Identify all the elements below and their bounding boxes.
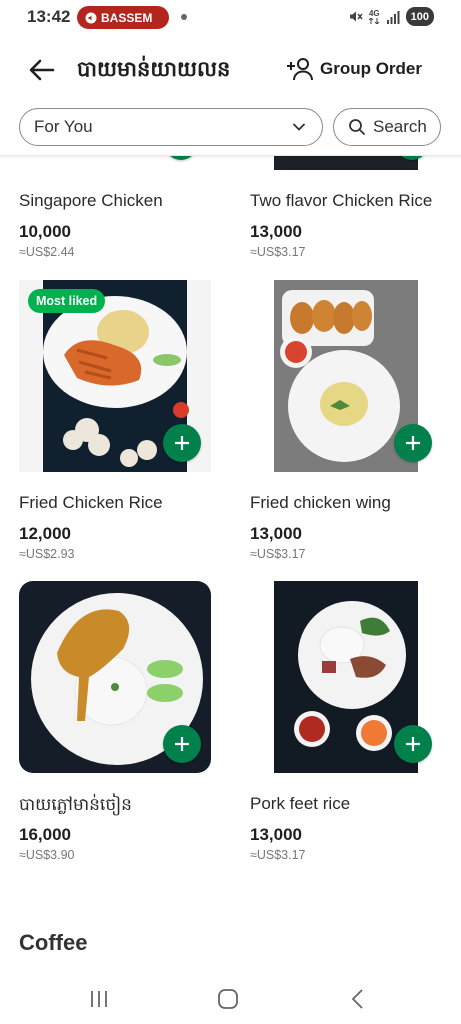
add-item-button[interactable] (394, 725, 432, 763)
item-name: បាយភ្លៅមាន់ចៀន (19, 795, 132, 815)
add-item-button[interactable] (163, 424, 201, 462)
network-indicator: 4G (368, 8, 380, 24)
group-order-label: Group Order (319, 59, 422, 78)
recent-apps-icon (91, 991, 107, 1007)
muted-icon (349, 11, 363, 22)
battery-level: 100 (405, 7, 434, 26)
item-usd-price: ≈US$3.17 (250, 245, 306, 259)
item-usd-price: ≈US$2.44 (19, 245, 75, 259)
menu-item-card[interactable]: Singapore Chicken 10,000 ≈US$2.44 (19, 156, 211, 259)
recent-apps-button[interactable] (79, 984, 119, 1014)
home-button[interactable] (208, 984, 248, 1014)
back-button[interactable] (26, 54, 58, 86)
item-name: Fried chicken wing (250, 493, 391, 512)
group-order-button[interactable]: Group Order (286, 56, 422, 82)
restaurant-menu-screen: 13:42 BASSEM 4G 100 បាយមាន់យាយលន Group O… (0, 0, 461, 1024)
add-item-button[interactable] (165, 156, 197, 160)
item-usd-price: ≈US$3.17 (250, 848, 306, 862)
item-usd-price: ≈US$3.17 (250, 547, 306, 561)
home-icon (218, 989, 238, 1009)
call-label: BASSEM (101, 10, 153, 25)
item-price: 13,000 (250, 524, 302, 543)
header: បាយមាន់យាយលន Group Order (0, 42, 461, 98)
item-price: 16,000 (19, 825, 71, 844)
item-name: Pork feet rice (250, 794, 351, 813)
item-name: Fried Chicken Rice (19, 493, 163, 512)
item-price: 13,000 (250, 222, 302, 241)
add-item-button[interactable] (163, 725, 201, 763)
plus-icon (175, 436, 189, 450)
signal-icon (386, 10, 400, 24)
ongoing-call-pill[interactable]: BASSEM (77, 6, 169, 29)
status-bar: 13:42 BASSEM 4G 100 (0, 0, 461, 34)
group-add-icon (286, 58, 313, 81)
food-photo (274, 156, 418, 170)
most-liked-badge: Most liked (28, 289, 106, 313)
category-dropdown-value: For You (34, 117, 93, 136)
speaker-icon (85, 12, 97, 23)
notification-dot-icon (181, 14, 187, 20)
plus-icon (175, 737, 189, 751)
restaurant-title: បាយមាន់យាយលន (77, 57, 231, 81)
filter-bar: For You Search (0, 98, 461, 156)
item-price: 12,000 (19, 524, 71, 543)
item-price: 13,000 (250, 825, 302, 844)
menu-item-card[interactable]: Most liked Fried Chicken Rice 12,000 ≈US… (19, 280, 211, 570)
menu-item-card[interactable]: Two flavor Chicken Rice 13,000 ≈US$3.17 (250, 156, 442, 259)
menu-item-card[interactable]: Fried chicken wing 13,000 ≈US$3.17 (250, 280, 442, 570)
item-name: Two flavor Chicken Rice (250, 191, 433, 210)
status-icons: 4G 100 (348, 7, 434, 26)
back-chevron-icon (351, 989, 363, 1009)
section-title: Coffee (19, 930, 88, 955)
search-label: Search (373, 117, 427, 136)
menu-item-card[interactable]: Pork feet rice 13,000 ≈US$3.17 (250, 581, 442, 871)
network-label: 4G (368, 8, 380, 18)
system-nav-bar (0, 974, 461, 1024)
plus-icon (406, 737, 420, 751)
item-usd-price: ≈US$3.90 (19, 848, 75, 862)
status-time: 13:42 (27, 7, 71, 26)
back-nav-button[interactable] (337, 984, 377, 1014)
add-item-button[interactable] (394, 424, 432, 462)
search-button[interactable]: Search (333, 108, 441, 146)
data-arrows-icon (369, 17, 380, 24)
search-icon (349, 119, 365, 135)
menu-item-grid: Singapore Chicken 10,000 ≈US$2.44 Two fl… (0, 156, 461, 974)
item-name: Singapore Chicken (19, 191, 163, 210)
back-arrow-icon (29, 59, 55, 81)
item-price: 10,000 (19, 222, 71, 241)
plus-icon (406, 436, 420, 450)
item-usd-price: ≈US$2.93 (19, 547, 75, 561)
chevron-down-icon (293, 123, 305, 131)
category-dropdown[interactable]: For You (19, 108, 323, 146)
menu-item-card[interactable]: បាយភ្លៅមាន់ចៀន 16,000 ≈US$3.90 (19, 581, 211, 871)
